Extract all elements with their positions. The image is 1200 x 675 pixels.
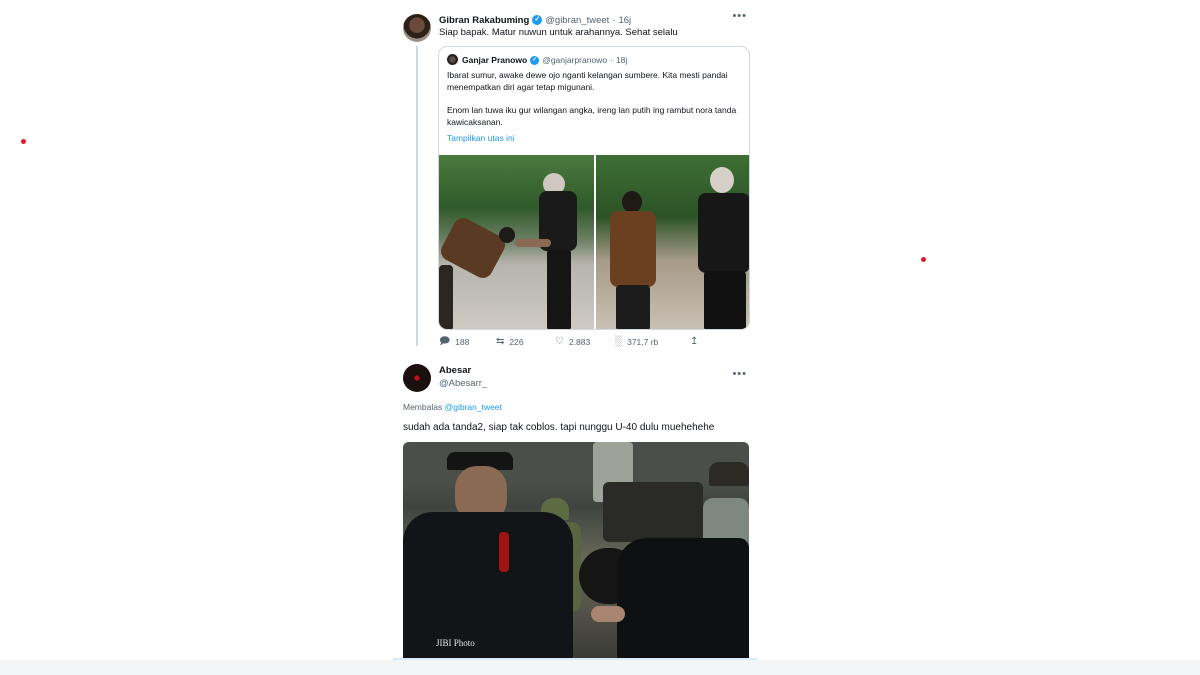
photo-credit: JIBI Photo: [436, 638, 475, 648]
red-dot-marker: [21, 139, 26, 144]
tweet-header: Abesar @Abesarr_: [439, 364, 487, 390]
author-name[interactable]: Abesar: [439, 364, 487, 377]
tweet-text: sudah ada tanda2, siap tak coblos. tapi …: [403, 422, 715, 433]
page: Gibran Rakabuming ✓ @gibran_tweet · 16j …: [0, 0, 1200, 675]
tweet-abesar[interactable]: Abesar @Abesarr_ ••• Membalas @gibran_tw…: [393, 8, 757, 658]
tweet-photo[interactable]: JIBI Photo: [403, 442, 749, 658]
replying-prefix: Membalas: [403, 402, 443, 412]
red-dot-marker: [921, 257, 926, 262]
bottom-bar: [0, 660, 1200, 675]
author-handle[interactable]: @Abesarr_: [439, 377, 487, 390]
replying-to: Membalas @gibran_tweet: [403, 402, 502, 412]
mention-link[interactable]: @gibran_tweet: [445, 402, 502, 412]
more-options-icon[interactable]: •••: [732, 368, 747, 380]
avatar[interactable]: [403, 364, 431, 392]
